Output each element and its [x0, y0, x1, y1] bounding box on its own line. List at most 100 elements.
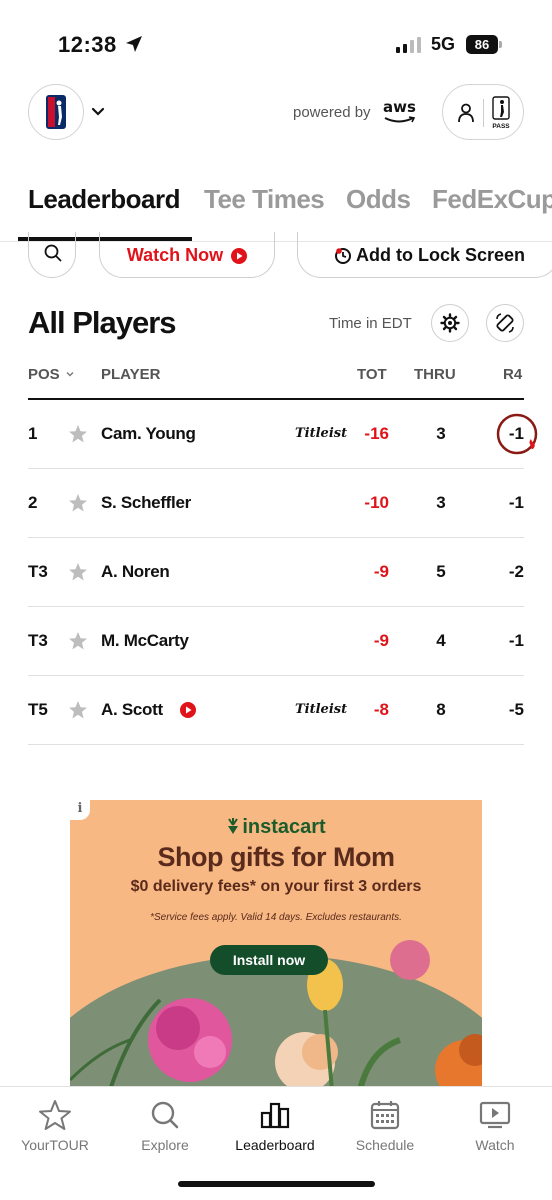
person-icon: [458, 103, 474, 123]
action-row: Watch Now Add to Lock Screen: [0, 232, 552, 278]
player-name[interactable]: S. Scheffler: [101, 493, 191, 513]
section-title: All Players: [28, 305, 177, 340]
tv-play-icon: [479, 1101, 511, 1129]
calendar-icon: [370, 1101, 400, 1130]
settings-button[interactable]: [431, 304, 469, 342]
player-position: T3: [28, 631, 48, 650]
column-header-player: PLAYER: [101, 366, 161, 383]
player-name[interactable]: A. Scott: [101, 700, 163, 720]
favorite-star-icon[interactable]: [68, 493, 88, 513]
ad-subline: $0 delivery fees* on your first 3 orders: [130, 878, 422, 895]
player-position: 1: [28, 424, 38, 443]
table-row[interactable]: T3 A. Noren -9 5 -2: [28, 538, 524, 607]
search-icon: [44, 244, 62, 262]
tab-fedexcup[interactable]: FedExCup: [432, 184, 552, 215]
nav-item-yourtour[interactable]: YourTOUR: [0, 1087, 110, 1167]
player-thru: 3: [436, 424, 446, 443]
tab-odds[interactable]: Odds: [346, 184, 411, 215]
player-r4: -1: [508, 631, 524, 650]
live-play-icon[interactable]: [180, 702, 196, 718]
tab-tee-times[interactable]: Tee Times: [204, 184, 325, 215]
player-r4: -5: [508, 700, 524, 719]
tab-leaderboard[interactable]: Leaderboard: [28, 184, 181, 215]
sponsor-logo: Titleist: [295, 702, 348, 717]
pga-tour-logo-icon: [46, 95, 66, 129]
instacart-carrot-icon: [228, 818, 239, 834]
sort-chevron-icon[interactable]: [66, 370, 74, 378]
player-name[interactable]: A. Noren: [101, 562, 170, 582]
ad-brand: instacart: [70, 816, 482, 839]
gear-icon: [440, 313, 460, 333]
player-name[interactable]: Cam. Young: [101, 424, 196, 444]
account-button[interactable]: PASS: [442, 84, 524, 140]
rotate-screen-button[interactable]: [486, 304, 524, 342]
nav-label: Leaderboard: [235, 1137, 315, 1153]
ad-headline: Shop gifts for Mom: [157, 842, 395, 872]
column-header-tot: TOT: [357, 366, 387, 383]
column-header-thru: THRU: [414, 366, 456, 383]
nav-item-schedule[interactable]: Schedule: [330, 1087, 440, 1167]
location-arrow-icon: [126, 36, 142, 52]
nav-item-leaderboard[interactable]: Leaderboard: [220, 1087, 330, 1167]
table-header: POS PLAYER TOT THRU R4: [0, 366, 552, 400]
favorite-star-icon[interactable]: [68, 562, 88, 582]
instacart-ad-banner[interactable]: i instacart Shop gifts for Mom $0 delive…: [70, 800, 482, 1086]
favorite-star-icon[interactable]: [68, 424, 88, 444]
status-bar: 12:38 5G 86: [0, 0, 552, 86]
ad-install-button[interactable]: Install now: [210, 945, 328, 975]
player-r4: -2: [508, 562, 524, 581]
battery-icon: 86: [466, 35, 498, 54]
leaderboard-icon: [260, 1102, 290, 1129]
player-name[interactable]: M. McCarty: [101, 631, 189, 651]
table-row[interactable]: 2 S. Scheffler -10 3 -1: [28, 469, 524, 538]
sponsor-logo: Titleist: [295, 426, 348, 441]
nav-item-explore[interactable]: Explore: [110, 1087, 220, 1167]
favorite-star-icon[interactable]: [68, 631, 88, 651]
ad-fine-print: *Service fees apply. Valid 14 days. Excl…: [150, 912, 402, 923]
nav-item-watch[interactable]: Watch: [440, 1087, 550, 1167]
table-row[interactable]: T5 A. Scott Titleist -8 8 -5: [28, 676, 524, 745]
ad-brand-name: instacart: [242, 816, 326, 838]
app-header: powered by aws PASS: [0, 84, 552, 144]
home-indicator[interactable]: [178, 1181, 375, 1187]
time-zone-label: Time in EDT: [329, 315, 412, 332]
network-type: 5G: [431, 34, 456, 54]
player-thru: 8: [436, 700, 446, 719]
lock-screen-live-icon: [335, 247, 351, 264]
column-header-r4: R4: [503, 366, 523, 383]
pga-tour-logo-button[interactable]: [28, 84, 84, 140]
player-thru: 4: [436, 631, 446, 650]
player-r4: -1: [508, 493, 524, 512]
watch-now-button[interactable]: Watch Now: [99, 232, 275, 278]
chevron-down-icon[interactable]: [90, 104, 106, 120]
star-icon: [39, 1100, 71, 1130]
aws-logo: aws: [383, 98, 417, 124]
player-thru: 5: [436, 562, 446, 581]
column-header-pos[interactable]: POS: [28, 366, 60, 383]
favorite-star-icon[interactable]: [68, 700, 88, 720]
search-icon: [151, 1101, 179, 1129]
divider: [483, 99, 484, 127]
add-to-lock-screen-label: Add to Lock Screen: [356, 245, 526, 265]
play-icon: [231, 247, 248, 264]
table-row[interactable]: 1 Cam. Young Titleist -16 3 -1: [28, 400, 538, 469]
player-total: -10: [364, 493, 389, 512]
player-total: -16: [364, 424, 389, 443]
leaderboard-table: 1 Cam. Young Titleist -16 3 -1 2 S. Sche…: [28, 400, 538, 745]
hot-round-ring-icon: [496, 413, 538, 455]
player-thru: 3: [436, 493, 446, 512]
nav-label: Schedule: [355, 1137, 415, 1153]
tour-pass-icon: PASS: [492, 96, 510, 130]
table-row[interactable]: T3 M. McCarty -9 4 -1: [28, 607, 524, 676]
status-time: 12:38: [58, 32, 117, 57]
player-position: T5: [28, 700, 48, 719]
player-total: -9: [373, 562, 389, 581]
aws-smile-icon: [384, 116, 416, 123]
aws-logo-text: aws: [383, 98, 416, 116]
add-to-lock-screen-button[interactable]: Add to Lock Screen: [297, 232, 552, 278]
player-total: -8: [373, 700, 389, 719]
rotate-device-icon: [496, 313, 514, 333]
signal-icon: [396, 37, 421, 53]
player-position: 2: [28, 493, 38, 512]
search-button[interactable]: [28, 232, 76, 278]
